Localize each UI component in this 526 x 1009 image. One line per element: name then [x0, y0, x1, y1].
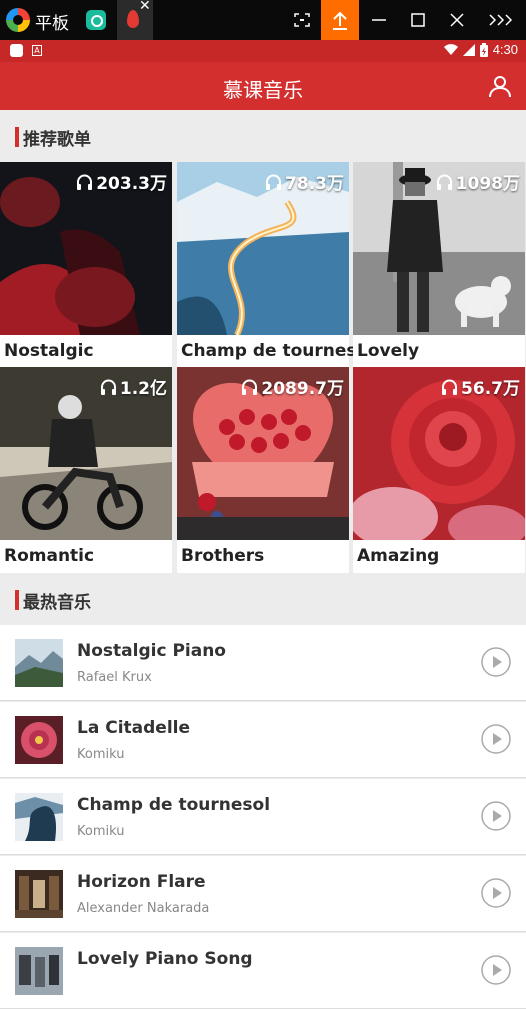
playlist-name: Nostalgic [4, 341, 94, 361]
playlist-name: Brothers [181, 546, 265, 566]
emulator-title-bar: 平板 ✕ [0, 0, 526, 40]
user-icon[interactable] [488, 74, 512, 98]
song-cover-image [15, 870, 63, 918]
more-icon [489, 14, 513, 26]
song-artist: Rafael Krux [77, 670, 152, 685]
song-artist: Alexander Nakarada [77, 901, 210, 916]
playlist-name: Champ de tournesol [181, 341, 375, 361]
more-button[interactable] [482, 0, 520, 40]
play-count: 203.3万 [76, 169, 167, 194]
play-count-value: 78.3万 [285, 174, 344, 194]
app-title: 慕课音乐 [223, 78, 303, 102]
playlist-name: Romantic [4, 546, 95, 566]
status-bar: A 4:30 [0, 40, 526, 62]
headphone-icon [77, 174, 93, 190]
play-icon[interactable] [481, 878, 511, 908]
playlist-name: Amazing [357, 546, 440, 566]
play-count: 1.2亿 [100, 374, 167, 399]
recommended-section-header: 推荐歌单 [0, 112, 526, 160]
status-time: 4:30 [492, 42, 518, 57]
song-cover-image [15, 639, 63, 687]
play-count: 78.3万 [265, 169, 344, 194]
play-icon[interactable] [481, 647, 511, 677]
play-count-value: 2089.7万 [261, 379, 344, 399]
play-count: 2089.7万 [241, 374, 344, 399]
song-title: Lovely Piano Song [77, 949, 253, 969]
headphone-icon [442, 379, 458, 395]
song-cover-image [15, 947, 63, 995]
headphone-icon [436, 174, 452, 190]
flame-icon [127, 10, 139, 28]
upload-icon [333, 11, 347, 30]
notification-icon [10, 44, 23, 57]
maximize-button[interactable] [399, 0, 437, 40]
screenshot-button[interactable] [283, 0, 321, 40]
emulator-title: 平板 [35, 14, 69, 34]
close-icon [450, 13, 464, 27]
app-toolbar: 慕课音乐 [0, 62, 526, 110]
playlist-card[interactable]: 203.3万 Nostalgic [0, 162, 172, 368]
song-artist: Komiku [77, 824, 125, 839]
playlist-card[interactable]: 56.7万 Amazing [353, 367, 525, 573]
playlist-name: Lovely [357, 341, 420, 361]
song-title: Champ de tournesol [77, 795, 271, 815]
emulator-tab-home[interactable] [86, 10, 106, 30]
minimize-icon [372, 19, 386, 21]
song-row[interactable]: Lovely Piano Song [0, 933, 526, 1009]
playlist-card[interactable]: 2089.7万 Brothers [177, 367, 349, 573]
headphone-icon [266, 174, 282, 190]
minimize-button[interactable] [360, 0, 398, 40]
playlist-card[interactable]: 1.2亿 Romantic [0, 367, 172, 573]
recommended-title: 推荐歌单 [23, 130, 91, 150]
play-icon[interactable] [481, 801, 511, 831]
play-count-value: 1098万 [455, 174, 520, 194]
play-count-value: 56.7万 [461, 379, 520, 399]
play-count-value: 203.3万 [96, 174, 167, 194]
song-row[interactable]: La Citadelle Komiku [0, 702, 526, 778]
play-icon[interactable] [481, 724, 511, 754]
song-title: Nostalgic Piano [77, 641, 226, 661]
song-row[interactable]: Nostalgic Piano Rafael Krux [0, 625, 526, 701]
headphone-icon [242, 379, 258, 395]
song-artist: Komiku [77, 747, 125, 762]
tab-close-icon[interactable]: ✕ [139, 0, 151, 14]
hot-title: 最热音乐 [23, 593, 91, 613]
play-count-value: 1.2亿 [119, 379, 167, 399]
headphone-icon [100, 379, 116, 395]
upload-button[interactable] [321, 0, 359, 40]
notification-a-icon: A [32, 45, 42, 56]
play-count: 56.7万 [441, 374, 520, 399]
battery-icon [479, 42, 488, 57]
signal-icon [462, 43, 475, 56]
section-accent-bar [15, 127, 19, 147]
wifi-icon [443, 43, 458, 55]
app-logo-icon [6, 8, 30, 32]
song-title: La Citadelle [77, 718, 191, 738]
section-accent-bar [15, 590, 19, 610]
song-row[interactable]: Horizon Flare Alexander Nakarada [0, 856, 526, 932]
song-row[interactable]: Champ de tournesol Komiku [0, 779, 526, 855]
song-cover-image [15, 793, 63, 841]
playlist-card[interactable]: 1098万 Lovely [353, 162, 525, 368]
close-button[interactable] [438, 0, 476, 40]
screenshot-icon [294, 13, 310, 27]
emulator-tab-active[interactable]: ✕ [117, 0, 153, 40]
playlist-card[interactable]: 78.3万 Champ de tournesol [177, 162, 374, 368]
play-count: 1098万 [436, 169, 520, 194]
song-title: Horizon Flare [77, 872, 206, 892]
song-cover-image [15, 716, 63, 764]
maximize-icon [411, 13, 425, 27]
hot-section-header: 最热音乐 [0, 575, 526, 623]
play-icon[interactable] [481, 955, 511, 985]
